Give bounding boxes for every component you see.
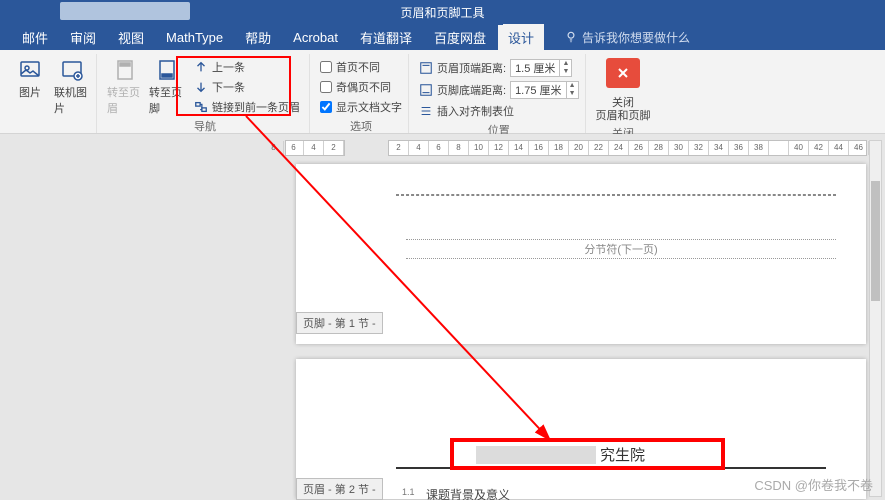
header-underline	[396, 467, 826, 469]
goto-header-label: 转至页眉	[107, 84, 143, 116]
group-navigation: 转至页眉 转至页脚 上一条 下一条 链接到前一条页眉	[101, 54, 310, 133]
link-icon	[194, 100, 208, 114]
tab-acrobat[interactable]: Acrobat	[283, 24, 348, 50]
insert-picture-label: 图片	[19, 84, 41, 100]
show-document-text-label: 显示文档文字	[336, 99, 402, 115]
tab-youdao[interactable]: 有道翻译	[350, 24, 422, 50]
tab-help[interactable]: 帮助	[235, 24, 281, 50]
tell-me-label: 告诉我你想要做什么	[582, 29, 690, 46]
footer-bottom-distance-value: 1.75 厘米	[511, 82, 565, 98]
goto-header-icon	[113, 58, 137, 82]
tell-me-search[interactable]: 告诉我你想要做什么	[564, 24, 690, 50]
group-insert: 图片 联机图片	[6, 54, 97, 133]
footer-distance-icon	[419, 83, 433, 97]
different-odd-even-checkbox[interactable]: 奇偶页不同	[320, 78, 402, 96]
group-options: 首页不同 奇偶页不同 显示文档文字 选项	[314, 54, 409, 133]
subsection-title: 课题背景及意义	[426, 486, 510, 500]
document-area: 2468 24681012141618202224262830323436384…	[0, 134, 885, 500]
goto-footer-label: 转至页脚	[149, 84, 185, 116]
tab-review[interactable]: 审阅	[60, 24, 106, 50]
page-1[interactable]: 分节符(下一页) 页脚 - 第 1 节 -	[296, 164, 866, 344]
insert-online-picture-label: 联机图片	[54, 84, 90, 116]
different-first-page-label: 首页不同	[336, 59, 380, 75]
header-section-tag: 页眉 - 第 2 节 -	[296, 478, 383, 500]
lightbulb-icon	[564, 30, 578, 44]
vertical-scrollbar[interactable]	[869, 140, 882, 497]
group-insert-label	[49, 116, 52, 133]
title-bar: 页眉和页脚工具	[0, 0, 885, 24]
close-icon	[615, 65, 631, 81]
group-close: 关闭 页眉和页脚 关闭	[590, 54, 657, 133]
footer-bottom-distance-row: 页脚底端距离: 1.75 厘米▲▼	[419, 80, 579, 100]
footer-section-tag: 页脚 - 第 1 节 -	[296, 312, 383, 334]
filename-blur	[60, 2, 190, 20]
ribbon-tabs: 邮件 审阅 视图 MathType 帮助 Acrobat 有道翻译 百度网盘 设…	[0, 24, 885, 50]
goto-footer-button[interactable]: 转至页脚	[149, 54, 185, 116]
goto-footer-icon	[155, 58, 179, 82]
alignment-tab-icon	[419, 104, 433, 118]
header-top-distance-value: 1.5 厘米	[511, 60, 559, 76]
tab-mathtype[interactable]: MathType	[156, 24, 233, 50]
online-picture-icon	[60, 58, 84, 82]
scroll-thumb[interactable]	[871, 181, 880, 301]
close-header-footer-label: 关闭 页眉和页脚	[596, 97, 651, 123]
watermark: CSDN @你卷我不卷	[754, 475, 873, 494]
subsection-number: 1.1	[402, 487, 415, 497]
ribbon: 图片 联机图片 转至页眉 转至页脚 上一条	[0, 50, 885, 134]
ruler-left[interactable]: 2468	[285, 140, 345, 156]
tab-design[interactable]: 设计	[498, 24, 544, 50]
header-top-distance-spinner[interactable]: 1.5 厘米▲▼	[510, 59, 572, 77]
goto-header-button[interactable]: 转至页眉	[107, 54, 143, 116]
group-position: 页眉顶端距离: 1.5 厘米▲▼ 页脚底端距离: 1.75 厘米▲▼ 插入对齐制…	[413, 54, 586, 133]
arrow-up-icon	[194, 60, 208, 74]
tab-baidu[interactable]: 百度网盘	[424, 24, 496, 50]
tab-mail[interactable]: 邮件	[12, 24, 58, 50]
picture-icon	[18, 58, 42, 82]
footer-bottom-distance-label: 页脚底端距离:	[437, 82, 506, 98]
show-document-text-checkbox[interactable]: 显示文档文字	[320, 98, 402, 116]
header-dashed-guide	[396, 194, 836, 196]
link-to-previous-label: 链接到前一条页眉	[212, 99, 300, 115]
arrow-down-icon	[194, 80, 208, 94]
nav-next-label: 下一条	[212, 79, 245, 95]
close-header-footer-button[interactable]	[606, 58, 640, 88]
header-distance-icon	[419, 61, 433, 75]
different-first-page-checkbox[interactable]: 首页不同	[320, 58, 402, 76]
contextual-tab-label: 页眉和页脚工具	[382, 0, 502, 25]
ruler-right[interactable]: 2468101214161820222426283032343638404244…	[388, 140, 867, 156]
footer-bottom-distance-spinner[interactable]: 1.75 厘米▲▼	[510, 81, 578, 99]
nav-next-button[interactable]: 下一条	[191, 78, 303, 96]
insert-alignment-tab-button[interactable]: 插入对齐制表位	[419, 102, 579, 120]
nav-previous-label: 上一条	[212, 59, 245, 75]
header-title-text[interactable]: 究生院	[476, 444, 645, 465]
header-top-distance-label: 页眉顶端距离:	[437, 60, 506, 76]
tab-view[interactable]: 视图	[108, 24, 154, 50]
insert-online-picture-button[interactable]: 联机图片	[54, 54, 90, 116]
section-break-marker: 分节符(下一页)	[406, 239, 836, 259]
insert-picture-button[interactable]: 图片	[12, 54, 48, 100]
header-title-blur	[476, 446, 596, 464]
different-odd-even-label: 奇偶页不同	[336, 79, 391, 95]
link-to-previous-button[interactable]: 链接到前一条页眉	[191, 98, 303, 116]
header-top-distance-row: 页眉顶端距离: 1.5 厘米▲▼	[419, 58, 579, 78]
insert-alignment-tab-label: 插入对齐制表位	[437, 103, 514, 119]
nav-previous-button[interactable]: 上一条	[191, 58, 303, 76]
header-title-visible: 究生院	[600, 444, 645, 465]
